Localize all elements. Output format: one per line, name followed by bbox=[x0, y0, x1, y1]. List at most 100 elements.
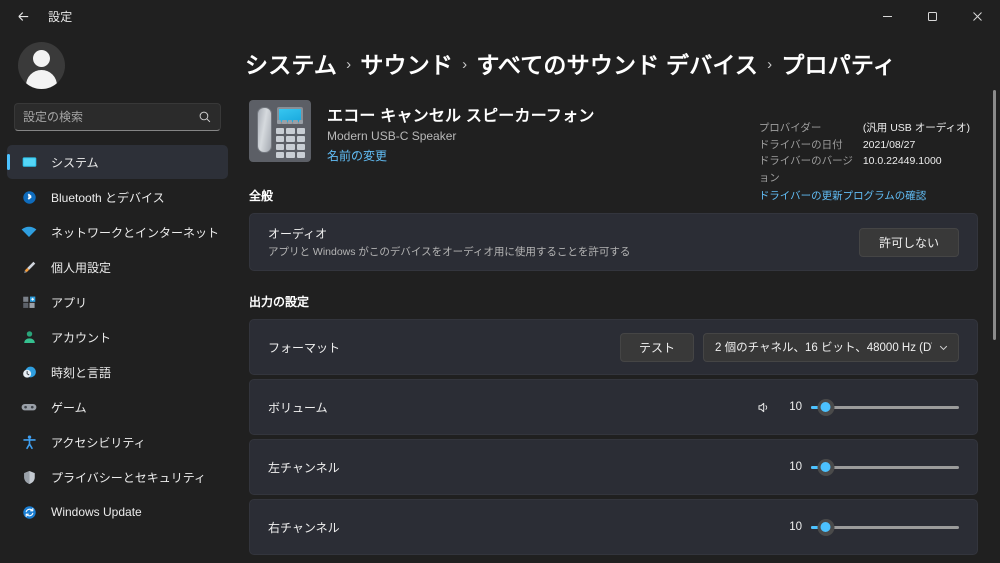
sidebar-item-label: システム bbox=[51, 155, 99, 170]
sidebar-item-apps[interactable]: アプリ bbox=[7, 285, 228, 319]
avatar-body bbox=[26, 70, 57, 89]
driver-row-date: ドライバーの日付 2021/08/27 bbox=[759, 137, 970, 154]
maximize-button[interactable] bbox=[910, 0, 955, 32]
title-bar: 設定 bbox=[0, 0, 1000, 32]
sidebar-item-label: ゲーム bbox=[51, 400, 87, 415]
left-channel-card: 左チャンネル 10 bbox=[249, 439, 978, 495]
speakerphone-icon bbox=[249, 100, 311, 162]
disallow-button[interactable]: 許可しない bbox=[859, 227, 959, 257]
audio-permission-label: オーディオ bbox=[268, 227, 328, 241]
volume-slider[interactable] bbox=[811, 398, 959, 416]
audio-permission-text: オーディオ アプリと Windows がこのデバイスをオーディオ用に使用すること… bbox=[268, 225, 859, 259]
format-text: フォーマット bbox=[268, 339, 620, 356]
sidebar-item-label: 個人用設定 bbox=[51, 260, 112, 275]
scrollbar-thumb[interactable] bbox=[993, 90, 996, 340]
left-channel-text: 左チャンネル bbox=[268, 459, 782, 476]
window-title: 設定 bbox=[48, 9, 73, 24]
format-dropdown[interactable]: 2 個のチャネル、16 ビット、48000 Hz (DVD Qua bbox=[703, 332, 959, 362]
update-icon bbox=[16, 504, 42, 521]
chevron-down-icon bbox=[938, 342, 949, 353]
driver-value: 2021/08/27 bbox=[862, 138, 916, 151]
clock-globe-icon bbox=[16, 364, 42, 381]
rename-link[interactable]: 名前の変更 bbox=[327, 147, 387, 164]
sidebar-item-privacy-security[interactable]: プライバシーとセキュリティ bbox=[7, 460, 228, 494]
sidebar-item-label: アカウント bbox=[51, 330, 112, 345]
left-channel-label: 左チャンネル bbox=[268, 460, 340, 475]
indicator-lights bbox=[277, 120, 303, 124]
minimize-button[interactable] bbox=[865, 0, 910, 32]
search-box[interactable] bbox=[14, 103, 221, 131]
sidebar-item-label: プライバシーとセキュリティ bbox=[51, 470, 207, 485]
format-label: フォーマット bbox=[268, 340, 341, 355]
gamepad-icon bbox=[16, 398, 42, 416]
volume-text: ボリューム bbox=[268, 399, 756, 416]
sidebar-item-system[interactable]: システム bbox=[7, 145, 228, 179]
volume-card: ボリューム 10 bbox=[249, 379, 978, 435]
sidebar-item-label: Windows Update bbox=[51, 505, 142, 519]
sidebar: システム Bluetooth とデバイス bbox=[0, 32, 235, 563]
breadcrumb-separator: › bbox=[462, 55, 468, 73]
sidebar-item-label: Bluetooth とデバイス bbox=[51, 190, 165, 205]
sidebar-item-personalization[interactable]: 個人用設定 bbox=[7, 250, 228, 284]
main-content: システム › サウンド › すべてのサウンド デバイス › プロパティ エコー … bbox=[235, 32, 1000, 563]
sidebar-item-bluetooth[interactable]: Bluetooth とデバイス bbox=[7, 180, 228, 214]
breadcrumb-item-system[interactable]: システム bbox=[245, 46, 337, 80]
breadcrumb-separator: › bbox=[767, 55, 773, 73]
avatar[interactable] bbox=[18, 42, 65, 89]
driver-value: (汎用 USB オーディオ) bbox=[862, 122, 970, 134]
driver-value: 10.0.22449.1000 bbox=[862, 155, 942, 167]
left-channel-slider[interactable] bbox=[811, 458, 959, 476]
breadcrumb-item-properties: プロパティ bbox=[781, 52, 896, 78]
sidebar-nav: システム Bluetooth とデバイス ネットワークとインターネット 個人用設… bbox=[0, 145, 235, 530]
test-button[interactable]: テスト bbox=[619, 332, 694, 362]
right-channel-value: 10 bbox=[789, 521, 802, 533]
breadcrumb-item-sound[interactable]: サウンド bbox=[360, 46, 453, 80]
close-button[interactable] bbox=[955, 0, 1000, 32]
sidebar-item-network[interactable]: ネットワークとインターネット bbox=[7, 215, 228, 249]
sidebar-item-accessibility[interactable]: アクセシビリティ bbox=[7, 425, 228, 459]
breadcrumb: システム › サウンド › すべてのサウンド デバイス › プロパティ bbox=[245, 40, 978, 80]
sidebar-item-time-language[interactable]: 時刻と言語 bbox=[7, 355, 228, 389]
check-driver-update-link[interactable]: ドライバーの更新プログラムの確認 bbox=[759, 188, 926, 205]
search-icon bbox=[198, 110, 212, 124]
breadcrumb-item-all-sound-devices[interactable]: すべてのサウンド デバイス bbox=[476, 46, 758, 80]
volume-label: ボリューム bbox=[268, 400, 328, 415]
window-body: システム Bluetooth とデバイス bbox=[0, 32, 1000, 563]
settings-window: 設定 設定の検索 システム Bluetooth とデバイス ネットワークとインタ… bbox=[0, 0, 1000, 563]
paintbrush-icon bbox=[16, 259, 42, 276]
keypad-shape bbox=[276, 128, 305, 158]
sidebar-item-label: ネットワークとインターネット bbox=[51, 225, 220, 240]
device-info: エコー キャンセル スピーカーフォン Modern USB-C Speaker … bbox=[327, 100, 595, 165]
driver-row-provider: プロバイダー (汎用 USB オーディオ) bbox=[759, 120, 970, 137]
back-button[interactable] bbox=[6, 0, 40, 32]
content-scrollbar[interactable] bbox=[993, 90, 996, 557]
bluetooth-icon bbox=[16, 189, 42, 206]
sidebar-item-gaming[interactable]: ゲーム bbox=[7, 390, 228, 424]
breadcrumb-separator: › bbox=[346, 55, 352, 73]
slider-thumb[interactable] bbox=[817, 518, 835, 536]
wifi-icon bbox=[16, 223, 42, 241]
sidebar-item-accounts[interactable]: アカウント bbox=[7, 320, 228, 354]
right-channel-slider[interactable] bbox=[811, 518, 959, 536]
right-channel-label: 右チャンネル bbox=[268, 520, 340, 535]
account-icon bbox=[16, 329, 42, 346]
accessibility-icon bbox=[16, 434, 42, 451]
speaker-icon[interactable] bbox=[756, 400, 771, 415]
right-channel-card: 右チャンネル 10 bbox=[249, 499, 978, 555]
driver-row-version: ドライバーのバージョン 10.0.22449.1000 bbox=[759, 153, 970, 186]
slider-thumb[interactable] bbox=[817, 398, 835, 416]
volume-slider-group: 10 bbox=[756, 398, 959, 416]
driver-info: プロバイダー (汎用 USB オーディオ) ドライバーの日付 2021/08/2… bbox=[759, 120, 970, 205]
monitor-icon bbox=[16, 154, 42, 171]
audio-permission-card: オーディオ アプリと Windows がこのデバイスをオーディオ用に使用すること… bbox=[249, 213, 978, 271]
audio-permission-description: アプリと Windows がこのデバイスをオーディオ用に使用することを許可する bbox=[268, 246, 631, 258]
right-channel-slider-group: 10 bbox=[782, 518, 959, 536]
slider-thumb[interactable] bbox=[817, 458, 835, 476]
driver-key: ドライバーのバージョン bbox=[758, 155, 853, 184]
sidebar-item-label: 時刻と言語 bbox=[51, 365, 112, 380]
sidebar-item-windows-update[interactable]: Windows Update bbox=[7, 495, 228, 529]
window-controls bbox=[865, 0, 1000, 32]
search-input[interactable] bbox=[23, 110, 198, 124]
apps-icon bbox=[16, 294, 42, 311]
format-selected-value: 2 個のチャネル、16 ビット、48000 Hz (DVD Qua bbox=[715, 342, 932, 354]
